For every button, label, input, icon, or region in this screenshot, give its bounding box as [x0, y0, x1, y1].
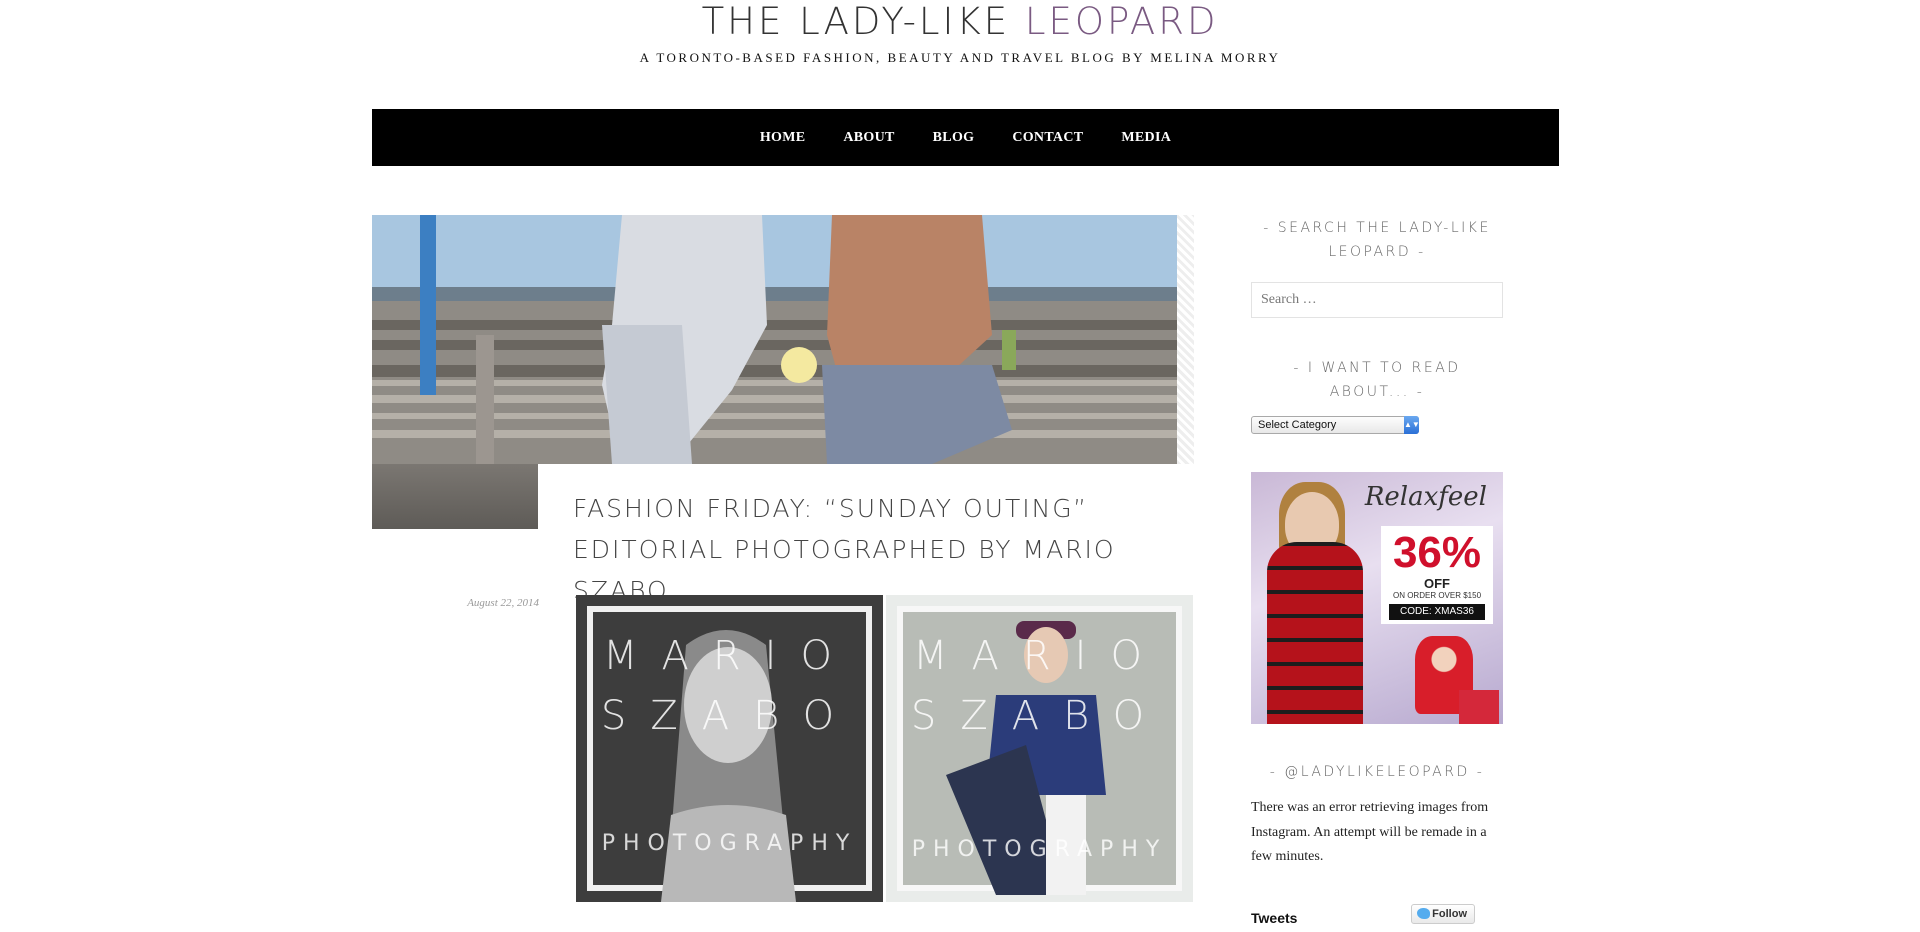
hero-image-left-extension — [372, 464, 538, 529]
post-hero-image[interactable] — [372, 215, 1177, 464]
ad-order-text: ON ORDER OVER $150 — [1392, 591, 1482, 600]
photo-1-watermark-1: MARIO — [603, 633, 856, 679]
twitter-bird-icon — [1417, 907, 1430, 919]
follow-label: Follow — [1432, 907, 1467, 920]
sidebar: - SEARCH THE LADY-LIKE LEOPARD - Search … — [1251, 216, 1503, 932]
ad-brand: Relaxfeel — [1364, 482, 1487, 512]
post-title[interactable]: FASHION FRIDAY: “SUNDAY OUTING” EDITORIA… — [573, 488, 1213, 611]
instagram-error-message: There was an error retrieving images fro… — [1251, 800, 1489, 864]
site-title[interactable]: THE LADY-LIKE LEOPARD — [0, 0, 1920, 44]
tweets-label: Tweets — [1251, 909, 1298, 926]
post-photo-2[interactable]: MARIO SZABO PHOTOGRAPHY — [886, 595, 1193, 902]
photo-1-watermark-2: SZABO — [600, 693, 859, 739]
post-photo-1[interactable]: MARIO SZABO PHOTOGRAPHY — [576, 595, 883, 902]
search-input[interactable]: Search … — [1251, 282, 1503, 318]
select-arrows-icon: ▲▼ — [1404, 416, 1420, 434]
site-title-part2: LEOPARD — [1024, 0, 1219, 43]
photo-2-watermark-3: PHOTOGRAPHY — [911, 837, 1168, 862]
site-tagline: A TORONTO-BASED FASHION, BEAUTY AND TRAV… — [639, 50, 1281, 65]
post-date: August 22, 2014 — [467, 597, 539, 609]
nav-item-blog[interactable]: BLOG — [933, 130, 975, 146]
main-nav: HOME ABOUT BLOG CONTACT MEDIA — [372, 109, 1559, 166]
tweets-header: Tweets Follow — [1251, 903, 1503, 932]
category-widget-title: - I WANT TO READ ABOUT... - — [1293, 360, 1461, 400]
photo-2-watermark-2: SZABO — [910, 693, 1169, 739]
nav-item-about[interactable]: ABOUT — [843, 130, 894, 146]
ad-discount-box: 36% OFF ON ORDER OVER $150 CODE: XMAS36 — [1381, 526, 1493, 624]
hero-image-edge — [1177, 215, 1194, 464]
nav-item-home[interactable]: HOME — [760, 130, 806, 146]
photo-1-watermark-3: PHOTOGRAPHY — [601, 831, 858, 856]
photo-2-watermark-1: MARIO — [913, 633, 1166, 679]
gift-icon — [1459, 690, 1499, 724]
site-title-part1: THE LADY-LIKE — [701, 0, 1025, 43]
ad-percent: 36% — [1392, 528, 1482, 577]
advertisement-banner[interactable]: Relaxfeel 36% OFF ON ORDER OVER $150 COD… — [1251, 472, 1503, 724]
nav-item-media[interactable]: MEDIA — [1121, 130, 1171, 146]
instagram-widget-title: - @LADYLIKELEOPARD - — [1269, 764, 1485, 780]
category-select[interactable]: Select Category ▲▼ — [1251, 416, 1420, 434]
ad-model-coat — [1267, 542, 1363, 724]
hero-photo-illustration — [372, 215, 1177, 464]
ad-code: CODE: XMAS36 — [1389, 604, 1485, 620]
twitter-follow-button[interactable]: Follow — [1411, 903, 1475, 924]
ad-off: OFF — [1424, 576, 1450, 591]
nav-item-contact[interactable]: CONTACT — [1012, 130, 1083, 146]
category-select-value: Select Category — [1258, 419, 1337, 431]
search-widget-title: - SEARCH THE LADY-LIKE LEOPARD - — [1263, 220, 1491, 260]
